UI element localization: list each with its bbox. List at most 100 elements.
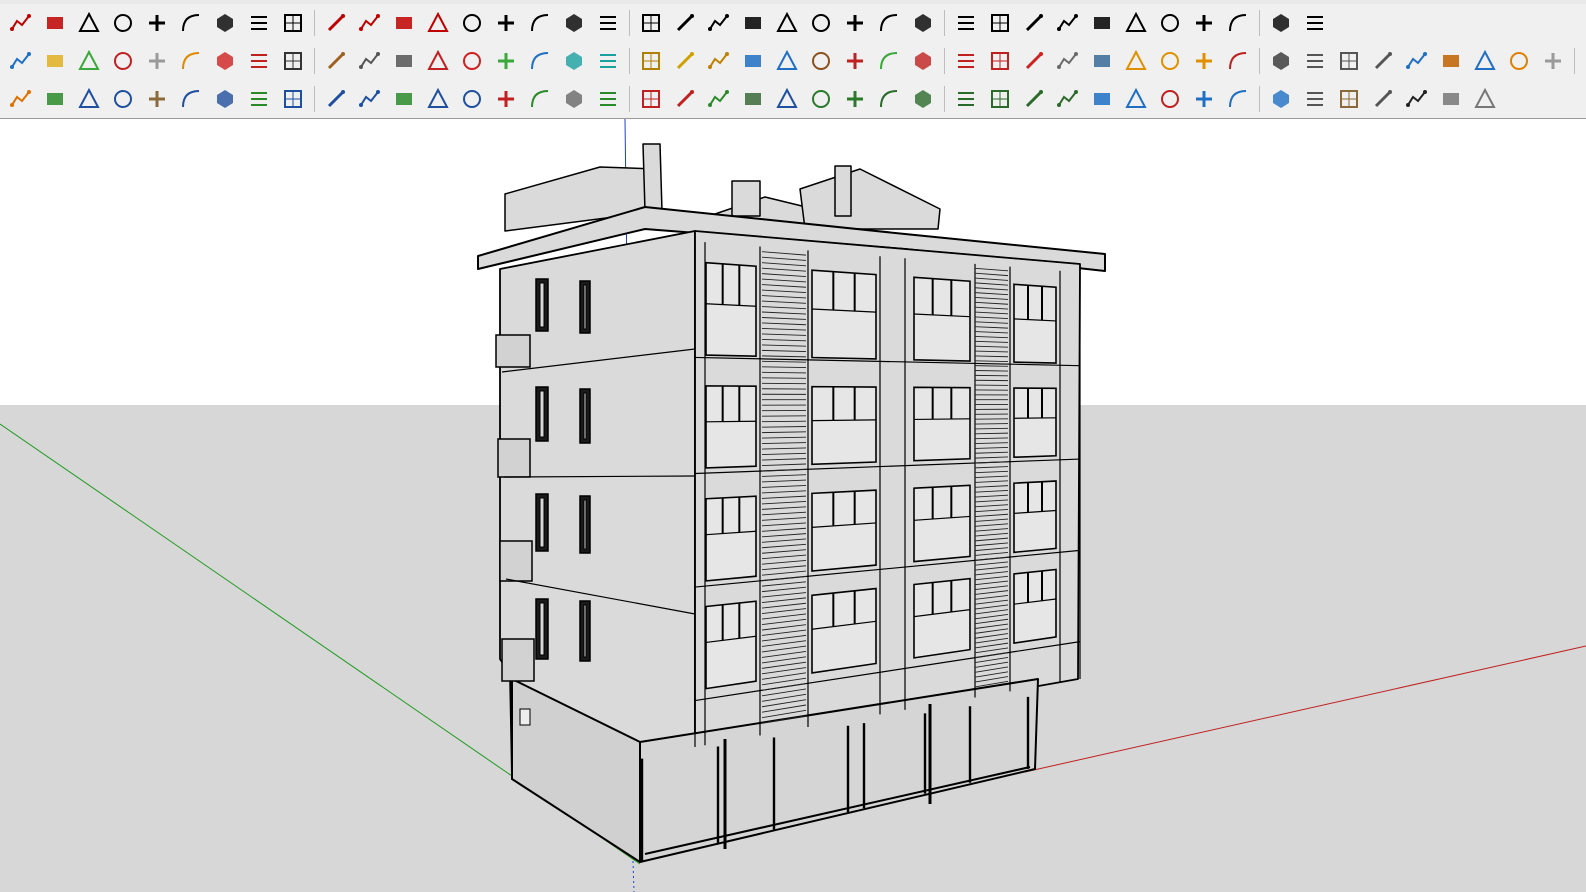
tool-curve-n-icon[interactable]	[109, 85, 137, 113]
tool-curve-arch-icon[interactable]	[75, 85, 103, 113]
tool-square-red-icon[interactable]	[211, 47, 239, 75]
tool-copy-icon[interactable]	[1437, 85, 1465, 113]
tool-chain-icon[interactable]	[356, 47, 384, 75]
tool-tile-c-icon[interactable]	[1369, 85, 1397, 113]
tool-grid-orange-c-icon[interactable]	[1190, 47, 1218, 75]
tool-gem-icon[interactable]	[1020, 47, 1048, 75]
tool-book-icon[interactable]	[322, 47, 350, 75]
tool-hook-a-icon[interactable]	[671, 47, 699, 75]
tool-flag-icon[interactable]	[279, 47, 307, 75]
tool-terrain-a-icon[interactable]	[705, 85, 733, 113]
tool-curve-s-icon[interactable]	[177, 85, 205, 113]
tool-cone-teal-icon[interactable]	[560, 47, 588, 75]
tool-bezier-icon[interactable]	[424, 9, 452, 37]
tool-paint-bucket-icon[interactable]	[1403, 47, 1431, 75]
tool-arc-blue-icon[interactable]	[356, 85, 384, 113]
tool-grid-a-icon[interactable]	[1054, 47, 1082, 75]
tool-grid-box-icon[interactable]	[560, 9, 588, 37]
tool-puzzle-icon[interactable]	[875, 47, 903, 75]
tool-cross-a-icon[interactable]	[1054, 9, 1082, 37]
tool-paste-icon[interactable]	[1471, 85, 1499, 113]
tool-offset-icon[interactable]	[109, 9, 137, 37]
tool-star-icon[interactable]	[1190, 9, 1218, 37]
tool-line-green-icon[interactable]	[526, 85, 554, 113]
tool-pie-icon[interactable]	[671, 85, 699, 113]
tool-curve-hatch-icon[interactable]	[143, 85, 171, 113]
tool-note-icon[interactable]	[986, 9, 1014, 37]
tool-window-c-icon[interactable]	[1267, 85, 1295, 113]
tool-rect-blue-icon[interactable]	[279, 85, 307, 113]
tool-twist-icon[interactable]	[177, 9, 205, 37]
tool-arrow-orange-icon[interactable]	[1505, 47, 1533, 75]
tool-window-b-icon[interactable]	[1224, 85, 1252, 113]
tool-rotate-orange-icon[interactable]	[177, 47, 205, 75]
tool-curve-dots-icon[interactable]	[1267, 47, 1295, 75]
tool-tree-icon[interactable]	[594, 47, 622, 75]
tool-tile-a-icon[interactable]	[1301, 85, 1329, 113]
tool-split-b-icon[interactable]	[807, 9, 835, 37]
tool-hook-blue-icon[interactable]	[424, 85, 452, 113]
tool-wrench-icon[interactable]	[594, 85, 622, 113]
tool-grid-orange-b-icon[interactable]	[1156, 47, 1184, 75]
tool-bend-icon[interactable]	[390, 47, 418, 75]
tool-pyramid-icon[interactable]	[492, 9, 520, 37]
tool-cycle-icon[interactable]	[739, 47, 767, 75]
tool-export-c-icon[interactable]	[986, 47, 1014, 75]
tool-select-arrow-icon[interactable]	[773, 85, 801, 113]
tool-curve-i-icon[interactable]	[211, 85, 239, 113]
tool-export-b-icon[interactable]	[952, 47, 980, 75]
tool-plus-green-icon[interactable]	[492, 47, 520, 75]
tool-panel-c-icon[interactable]	[1156, 85, 1184, 113]
tool-eraser-gray-icon[interactable]	[1539, 47, 1567, 75]
tool-measure-icon[interactable]	[1369, 47, 1397, 75]
tool-lines-a-icon[interactable]	[875, 85, 903, 113]
tool-curve-red-icon[interactable]	[492, 85, 520, 113]
tool-triangle-icon[interactable]	[637, 47, 665, 75]
tool-pencil-orange-icon[interactable]	[1437, 47, 1465, 75]
tool-scale-down-icon[interactable]	[841, 85, 869, 113]
tool-globe-icon[interactable]	[1156, 9, 1184, 37]
tool-slash-icon[interactable]	[1224, 9, 1252, 37]
tool-nodes-icon[interactable]	[424, 47, 452, 75]
tool-cross-blue-icon[interactable]	[526, 47, 554, 75]
tool-fillet-b-icon[interactable]	[356, 9, 384, 37]
tool-checker-icon[interactable]	[1403, 85, 1431, 113]
tool-scale-icon[interactable]	[1582, 47, 1586, 75]
tool-terrain-b-icon[interactable]	[739, 85, 767, 113]
tool-extrude-icon[interactable]	[671, 9, 699, 37]
tool-fillet-a-icon[interactable]	[322, 9, 350, 37]
tool-erase-lines-icon[interactable]	[75, 9, 103, 37]
tool-frame-icon[interactable]	[458, 9, 486, 37]
tool-grid-orange-a-icon[interactable]	[1122, 47, 1150, 75]
tool-dash-b-icon[interactable]	[1020, 85, 1048, 113]
tool-mesh-green-icon[interactable]	[41, 85, 69, 113]
tool-tile-b-icon[interactable]	[1335, 85, 1363, 113]
tool-plane-white-icon[interactable]	[143, 47, 171, 75]
tool-grid-b-icon[interactable]	[1301, 47, 1329, 75]
tool-polygon-icon[interactable]	[560, 85, 588, 113]
tool-loft-icon[interactable]	[143, 9, 171, 37]
tool-split-a-icon[interactable]	[773, 9, 801, 37]
tool-split-c-icon[interactable]	[841, 9, 869, 37]
tool-sheet-icon[interactable]	[952, 9, 980, 37]
tool-screen-icon[interactable]	[1088, 47, 1116, 75]
tool-shade-icon[interactable]	[637, 9, 665, 37]
tool-stair-icon[interactable]	[526, 9, 554, 37]
tool-stack-icon[interactable]	[1088, 9, 1116, 37]
tool-panel-a-icon[interactable]	[1088, 85, 1116, 113]
tool-zigzag-green-icon[interactable]	[390, 85, 418, 113]
tool-lock-orange-icon[interactable]	[7, 85, 35, 113]
tool-arc-tools-icon[interactable]	[7, 9, 35, 37]
tool-pen-icon[interactable]	[1335, 47, 1363, 75]
tool-scatter-icon[interactable]	[1224, 47, 1252, 75]
tool-house-icon[interactable]	[1301, 9, 1329, 37]
tool-table-icon[interactable]	[245, 47, 273, 75]
tool-window-a-icon[interactable]	[1190, 85, 1218, 113]
tool-bars-icon[interactable]	[1122, 9, 1150, 37]
tool-plus-red-icon[interactable]	[458, 47, 486, 75]
tool-rack-icon[interactable]	[1020, 9, 1048, 37]
tool-line-angle-icon[interactable]	[390, 9, 418, 37]
tool-lines-c-icon[interactable]	[952, 85, 980, 113]
tool-undo-red-icon[interactable]	[841, 47, 869, 75]
tool-curve-r-icon[interactable]	[458, 85, 486, 113]
